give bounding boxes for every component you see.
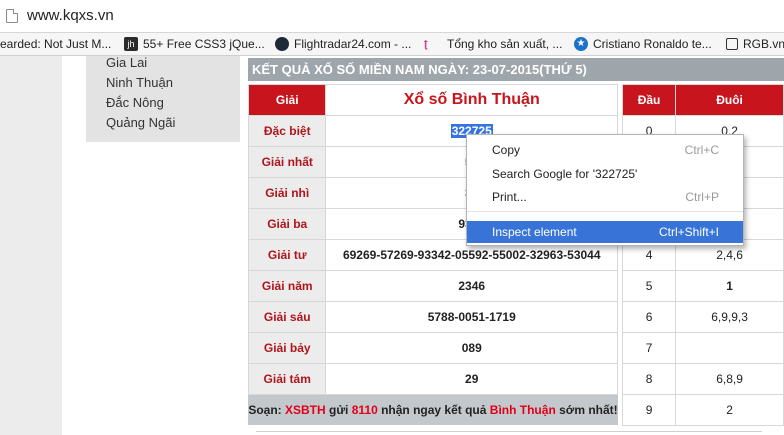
inspect-element-menu-item[interactable]: Inspect element Ctrl+Shift+I (467, 221, 743, 243)
table-row: Giải tám 29 (247, 363, 618, 395)
tiki-favicon-icon: ʈ (424, 38, 428, 50)
bookmarks-bar: Bearded: Not Just M... jh 55+ Free CSS3 … (0, 33, 784, 56)
search-google-menu-item[interactable]: Search Google for '322725' (467, 163, 743, 185)
duoi-cell: 6,8,9 (675, 363, 784, 395)
table-row: 51 (621, 270, 784, 302)
prize-value: 29 (325, 363, 618, 395)
print-menu-item[interactable]: Print... Ctrl+P (467, 186, 743, 208)
duoi-cell (675, 332, 784, 364)
menu-item-label: Copy (492, 143, 521, 157)
bookmark-label: Tổng kho sản xuất, ... (447, 37, 563, 51)
prize-value: 2346 (325, 270, 618, 302)
sidebar-link-gia-lai[interactable]: Gia Lai (106, 55, 147, 70)
table-row: 92 (621, 394, 784, 426)
table-header-row: Giải Xổ số Bình Thuận (247, 84, 618, 116)
bookmark-item[interactable]: ★ Cristiano Ronaldo te... (574, 36, 712, 52)
bookmark-item[interactable]: ʈ Tổng kho sản xuất, ... (424, 36, 562, 52)
context-menu: Copy Ctrl+C Search Google for '322725' P… (466, 134, 744, 246)
copy-menu-item[interactable]: Copy Ctrl+C (467, 139, 743, 161)
prize-value: 5788-0051-1719 (325, 301, 618, 333)
table-row: 8 6,8,9 (621, 363, 784, 395)
bookmark-label: RGB.vn (743, 37, 784, 51)
duoi-header: Đuôi (675, 84, 784, 116)
bookmark-item[interactable]: RGB.vn (726, 36, 784, 52)
menu-item-shortcut: Ctrl+C (684, 143, 719, 157)
bookmark-label: Flightradar24.com - ... (294, 37, 412, 51)
dau-cell: 6 (621, 301, 677, 333)
dau-cell: 7 (621, 332, 677, 364)
menu-separator (467, 211, 743, 212)
menu-item-shortcut: Ctrl+P (685, 190, 719, 204)
table-header-row: Đầu Đuôi (621, 84, 784, 116)
bookmark-item[interactable]: Bearded: Not Just M... (0, 36, 111, 52)
table-row: Giải bảy 089 (247, 332, 618, 364)
prize-name: Giải tư (247, 239, 327, 271)
table-row: Giải sáu 5788-0051-1719 (247, 301, 618, 333)
promo-text: Soạn: (248, 403, 285, 417)
star-favicon-icon: ★ (574, 37, 588, 51)
bookmark-item[interactable]: jh 55+ Free CSS3 jQue... (124, 36, 265, 52)
prize-name: Giải năm (247, 270, 327, 302)
promo-text: gửi (325, 403, 352, 417)
rgb-favicon-icon (726, 38, 738, 50)
address-bar[interactable]: www.kqxs.vn (0, 0, 784, 33)
prize-name: Giải nhì (247, 177, 327, 209)
dau-cell: 8 (621, 363, 677, 395)
dau-cell: 5 (621, 270, 677, 302)
promo-code: XSBTH (285, 403, 326, 417)
table-row: 6 6,9,9,3 (621, 301, 784, 333)
promo-text: nhận ngay kết quả (377, 403, 490, 417)
table-row: Giải năm 2346 (247, 270, 618, 302)
promo-province: Bình Thuận (489, 403, 556, 417)
dau-header: Đầu (621, 84, 677, 116)
table-row: 7 (621, 332, 784, 364)
prize-name: Giải bảy (247, 332, 327, 364)
prize-name: Giải nhất (247, 146, 327, 178)
promo-text: sớm nhất! (555, 403, 618, 417)
prize-name: Giải tám (247, 363, 327, 395)
menu-item-label: Search Google for '322725' (492, 167, 638, 181)
prize-name: Giải ba (247, 208, 327, 240)
menu-item-label: Print... (492, 190, 527, 204)
promo-number: 8110 (351, 403, 378, 417)
result-title: KẾT QUẢ XỔ SỐ MIỀN NAM NGÀY: 23-07-2015(… (248, 58, 784, 81)
duoi-cell: 6,9,9,3 (675, 301, 784, 333)
bookmark-item[interactable]: Flightradar24.com - ... (275, 36, 411, 52)
prize-name: Giải sáu (247, 301, 327, 333)
prize-column-header: Giải (247, 84, 327, 116)
jh-favicon-icon: jh (124, 37, 138, 51)
menu-item-shortcut: Ctrl+Shift+I (658, 225, 719, 239)
url-text[interactable]: www.kqxs.vn (27, 7, 114, 24)
flightradar-favicon-icon (275, 37, 289, 51)
duoi-cell: 1 (675, 270, 784, 302)
bookmark-label: Cristiano Ronaldo te... (593, 37, 712, 51)
lottery-name: Xổ số Bình Thuận (325, 84, 618, 116)
sidebar-link-dac-nong[interactable]: Đắc Nông (106, 95, 164, 110)
prize-value: 089 (325, 332, 618, 364)
page-icon (6, 9, 18, 23)
sms-promo: Soạn: XSBTH gửi 8110 nhận ngay kết quả B… (248, 395, 618, 425)
menu-item-label: Inspect element (492, 225, 577, 239)
sidebar-link-ninh-thuan[interactable]: Ninh Thuận (106, 75, 173, 90)
prize-name: Đặc biệt (247, 115, 327, 147)
divider (256, 431, 762, 432)
sidebar-link-quang-ngai[interactable]: Quảng Ngãi (106, 115, 175, 130)
duoi-cell: 2 (675, 394, 784, 426)
dau-cell: 9 (621, 394, 677, 426)
bookmark-label: 55+ Free CSS3 jQue... (143, 37, 265, 51)
bookmark-label: Bearded: Not Just M... (0, 37, 112, 51)
province-sidebar: Gia Lai Ninh Thuận Đắc Nông Quảng Ngãi (86, 55, 240, 142)
